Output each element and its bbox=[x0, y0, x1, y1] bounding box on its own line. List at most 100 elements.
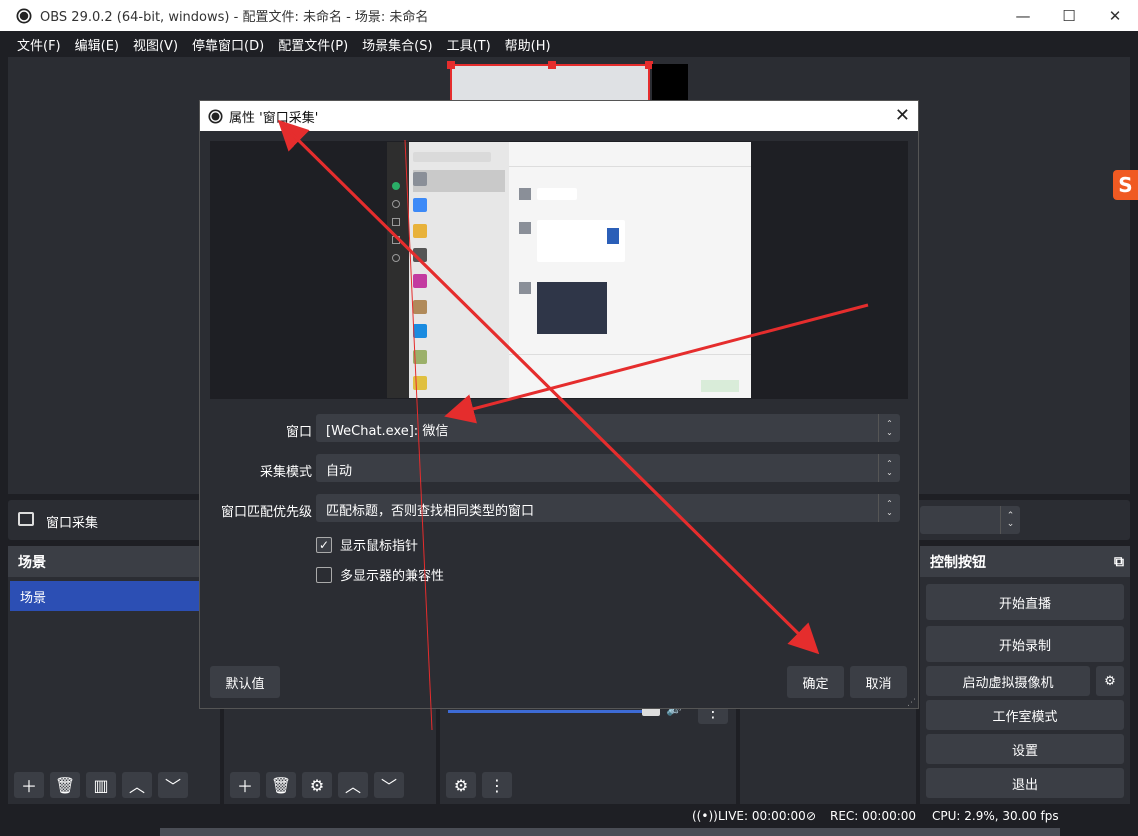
live-time: LIVE: 00:00:00 bbox=[718, 809, 806, 823]
capture-mode-select[interactable]: 自动 ⌃ ⌄ bbox=[316, 454, 900, 482]
resize-handle[interactable] bbox=[447, 61, 455, 69]
close-icon[interactable]: ✕ bbox=[895, 105, 910, 126]
move-source-up-button[interactable]: ︿ bbox=[338, 772, 368, 798]
chat-list-item bbox=[413, 374, 505, 396]
close-window-button[interactable]: ✕ bbox=[1092, 0, 1138, 31]
wechat-chat-list bbox=[409, 142, 509, 398]
window-select-value: [WeChat.exe]: 微信 bbox=[326, 424, 449, 439]
window-select[interactable]: [WeChat.exe]: 微信 ⌃ ⌄ bbox=[316, 414, 900, 442]
rec-icon: ⊘ bbox=[806, 809, 817, 823]
start-recording-button[interactable]: 开始录制 bbox=[926, 626, 1124, 662]
capture-mode-label: 采集模式 bbox=[259, 465, 312, 480]
controls-dock: 控制按钮 ⧉ 开始直播 开始录制 启动虚拟摄像机 ⚙ 工作室模式 设置 退出 bbox=[920, 546, 1130, 804]
word-file-icon bbox=[607, 228, 619, 244]
window-match-priority-label: 窗口匹配优先级 bbox=[220, 505, 312, 520]
gear-icon: ⚙ bbox=[1104, 673, 1116, 689]
start-streaming-button[interactable]: 开始直播 bbox=[926, 584, 1124, 620]
message-bubble bbox=[537, 188, 577, 200]
move-source-down-button[interactable]: ﹀ bbox=[374, 772, 404, 798]
show-cursor-checkbox[interactable]: ✓ 显示鼠标指针 bbox=[316, 535, 418, 554]
sogou-ime-icon[interactable]: S bbox=[1113, 170, 1138, 200]
plus-icon: ＋ bbox=[236, 777, 253, 796]
cpu-usage: CPU: 2.9%, 30.00 fps bbox=[932, 809, 1059, 823]
menu-file[interactable]: 文件(F) bbox=[17, 35, 61, 54]
resize-grip-icon[interactable]: ⋰ bbox=[907, 698, 916, 708]
chat-icon bbox=[392, 182, 400, 190]
capture-preview bbox=[210, 141, 908, 399]
menu-profile[interactable]: 配置文件(P) bbox=[278, 35, 348, 54]
start-virtual-camera-button[interactable]: 启动虚拟摄像机 bbox=[926, 666, 1090, 696]
multi-adapter-compat-checkbox[interactable]: 多显示器的兼容性 bbox=[316, 565, 444, 584]
chevron-down-icon: ﹀ bbox=[164, 777, 181, 796]
checkmark-icon: ✓ bbox=[316, 536, 332, 553]
settings-button[interactable]: 设置 bbox=[926, 734, 1124, 764]
menu-scene-collection[interactable]: 场景集合(S) bbox=[362, 35, 432, 54]
avatar bbox=[413, 376, 427, 390]
scene-list-item[interactable]: 场景 bbox=[10, 581, 218, 611]
scene-filters-button[interactable]: ▥ bbox=[86, 772, 116, 798]
add-scene-button[interactable]: ＋ bbox=[14, 772, 44, 798]
image-message bbox=[537, 282, 607, 334]
source-window-select[interactable]: ⌃ ⌄ bbox=[920, 506, 1020, 534]
capture-mode-row: 采集模式 自动 ⌃ ⌄ bbox=[200, 454, 920, 484]
plus-icon: ＋ bbox=[20, 777, 37, 796]
defaults-button[interactable]: 默认值 bbox=[210, 666, 280, 698]
avatar bbox=[413, 172, 427, 186]
menu-docks[interactable]: 停靠窗口(D) bbox=[192, 35, 264, 54]
dialog-title-bar: 属性 '窗口采集' ✕ bbox=[200, 101, 918, 131]
chat-list-item bbox=[413, 170, 505, 192]
obs-logo-icon bbox=[16, 8, 32, 23]
divider bbox=[509, 354, 751, 355]
remove-scene-button[interactable]: 🗑 bbox=[50, 772, 80, 798]
menu-edit[interactable]: 编辑(E) bbox=[75, 35, 119, 54]
menu-view[interactable]: 视图(V) bbox=[133, 35, 178, 54]
avatar bbox=[413, 350, 427, 364]
move-scene-down-button[interactable]: ﹀ bbox=[158, 772, 188, 798]
more-vertical-icon: ⋮ bbox=[489, 775, 505, 795]
menu-tools[interactable]: 工具(T) bbox=[447, 35, 491, 54]
controls-title: 控制按钮 bbox=[930, 554, 986, 571]
live-signal-icon: ((•)) bbox=[692, 809, 718, 823]
show-cursor-label: 显示鼠标指针 bbox=[340, 539, 419, 554]
resize-handle[interactable] bbox=[548, 61, 556, 69]
chat-list-item bbox=[413, 348, 505, 370]
chevron-updown-icon: ⌃ ⌄ bbox=[878, 454, 900, 482]
cancel-button[interactable]: 取消 bbox=[850, 666, 907, 698]
ok-button[interactable]: 确定 bbox=[787, 666, 844, 698]
maximize-button[interactable]: ☐ bbox=[1046, 0, 1092, 31]
move-scene-up-button[interactable]: ︿ bbox=[122, 772, 152, 798]
scenes-dock: 场景 场景 ＋ 🗑 ▥ ︿ ﹀ bbox=[8, 546, 220, 804]
avatar bbox=[519, 222, 531, 234]
studio-mode-button[interactable]: 工作室模式 bbox=[926, 700, 1124, 730]
virtual-camera-settings-button[interactable]: ⚙ bbox=[1096, 666, 1124, 696]
properties-dialog: 属性 '窗口采集' ✕ 窗口 [WeChat.exe]: 微信 ⌃ ⌄ 采集模式… bbox=[199, 100, 919, 709]
menu-help[interactable]: 帮助(H) bbox=[505, 35, 551, 54]
window-match-priority-select[interactable]: 匹配标题，否则查找相同类型的窗口 ⌃ ⌄ bbox=[316, 494, 900, 522]
wechat-window-thumbnail bbox=[387, 142, 751, 398]
window-field-row: 窗口 [WeChat.exe]: 微信 ⌃ ⌄ bbox=[200, 414, 920, 444]
chat-list-item bbox=[413, 322, 505, 344]
capture-mode-value: 自动 bbox=[326, 464, 353, 479]
avatar bbox=[413, 248, 427, 262]
exit-button[interactable]: 退出 bbox=[926, 768, 1124, 798]
avatar bbox=[413, 324, 427, 338]
source-properties-button[interactable]: ⚙ bbox=[302, 772, 332, 798]
remove-source-button[interactable]: 🗑 bbox=[266, 772, 296, 798]
add-source-button[interactable]: ＋ bbox=[230, 772, 260, 798]
undock-icon[interactable]: ⧉ bbox=[1114, 554, 1124, 570]
avatar bbox=[519, 188, 531, 200]
checkbox-empty-icon bbox=[316, 566, 332, 583]
divider bbox=[509, 166, 751, 167]
moments-icon bbox=[392, 254, 400, 262]
obs-logo-icon bbox=[208, 108, 223, 124]
minimize-button[interactable]: — bbox=[1000, 0, 1046, 31]
background-strip bbox=[160, 828, 1060, 836]
advanced-audio-button[interactable]: ⚙ bbox=[446, 772, 476, 798]
window-title: OBS 29.0.2 (64-bit, windows) - 配置文件: 未命名… bbox=[40, 10, 429, 25]
mixer-menu-button[interactable]: ⋮ bbox=[482, 772, 512, 798]
avatar bbox=[413, 198, 427, 212]
rec-time: REC: 00:00:00 bbox=[830, 809, 917, 823]
preview-source-thumbnail[interactable] bbox=[447, 61, 653, 104]
chat-list-item bbox=[413, 246, 505, 268]
title-bar: OBS 29.0.2 (64-bit, windows) - 配置文件: 未命名… bbox=[0, 0, 1138, 31]
